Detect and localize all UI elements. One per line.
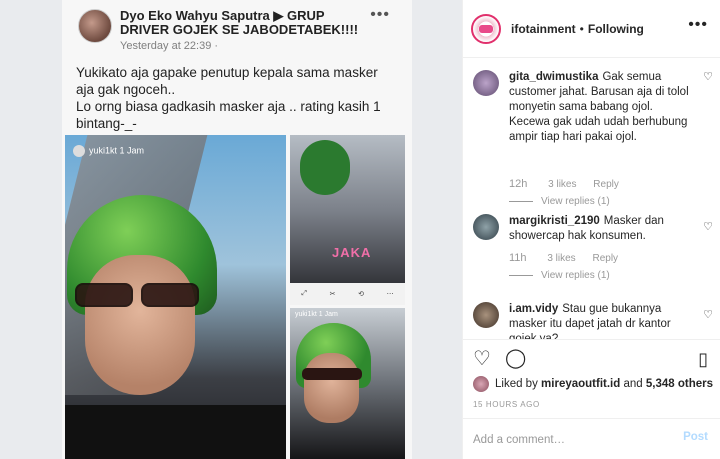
likes-count-link[interactable]: 5,348 others bbox=[646, 378, 713, 390]
commenter-avatar[interactable] bbox=[473, 70, 499, 96]
comments-list[interactable]: gita_dwimustika Gak semua customer jahat.… bbox=[463, 58, 720, 339]
comment-likes[interactable]: 3 likes bbox=[548, 179, 576, 190]
comment-text: margikristi_2190 Masker dan showercap hak… bbox=[509, 215, 664, 242]
liker-avatar[interactable] bbox=[473, 376, 489, 392]
header-separator: • bbox=[579, 21, 584, 36]
following-button[interactable]: Following bbox=[588, 22, 644, 36]
comment-text: gita_dwimustika Gak semua customer jahat.… bbox=[509, 71, 689, 143]
fb-post-header: Dyo Eko Wahyu Saputra ▶ GRUP DRIVER GOJE… bbox=[120, 8, 359, 37]
bookmark-icon[interactable]: ▯ bbox=[698, 348, 708, 370]
likes-summary: Liked by mireyaoutfit.id and 5,348 other… bbox=[473, 376, 718, 392]
add-comment-bar: Post bbox=[463, 418, 720, 459]
post-actions-bar: ♡ ◯ ▯ bbox=[463, 339, 720, 377]
facebook-post-screenshot: Dyo Eko Wahyu Saputra ▶ GRUP DRIVER GOJE… bbox=[62, 0, 412, 459]
account-username[interactable]: ifotainment bbox=[511, 22, 576, 36]
instagram-side-panel: ifotainment • Following ••• gita_dwimust… bbox=[462, 0, 720, 459]
photo-story-user-2: yuki1kt 1 Jam bbox=[295, 311, 338, 318]
photo-toolbar: ⤢ ✂ ⟲ ⋯ bbox=[290, 283, 405, 305]
fb-photo-right-top: JAKA ⤢ ✂ ⟲ ⋯ bbox=[290, 135, 405, 305]
like-comment-heart-icon[interactable]: ♡ bbox=[703, 308, 713, 321]
fb-photo-right-bottom: yuki1kt 1 Jam bbox=[290, 308, 405, 459]
comment-meta: 12h 3 likes Reply bbox=[509, 178, 633, 190]
comment-time: 11h bbox=[509, 252, 527, 264]
like-heart-icon[interactable]: ♡ bbox=[473, 348, 491, 370]
fb-post-text: Yukikato aja gapake penutup kepala sama … bbox=[76, 65, 381, 131]
post-header: ifotainment • Following ••• bbox=[463, 0, 720, 58]
account-avatar[interactable] bbox=[471, 13, 501, 44]
like-comment-heart-icon[interactable]: ♡ bbox=[703, 220, 713, 233]
comment-username[interactable]: gita_dwimustika bbox=[509, 71, 598, 83]
more-options-icon[interactable]: ••• bbox=[688, 16, 708, 34]
fb-author-avatar bbox=[78, 9, 112, 43]
comment-username[interactable]: margikristi_2190 bbox=[509, 215, 600, 227]
likes-conjunction: and bbox=[623, 378, 643, 390]
likes-prefix: Liked by bbox=[495, 378, 538, 390]
post-timestamp[interactable]: 15 HOURS AGO bbox=[473, 400, 540, 409]
comment-meta: 11h 3 likes Reply bbox=[509, 252, 632, 264]
fb-post-time: Yesterday at 22:39 · bbox=[120, 40, 219, 52]
post-image-panel: Dyo Eko Wahyu Saputra ▶ GRUP DRIVER GOJE… bbox=[0, 0, 462, 459]
comment-time: 12h bbox=[509, 178, 528, 190]
comment-reply-button[interactable]: Reply bbox=[592, 253, 618, 264]
commenter-avatar[interactable] bbox=[473, 214, 499, 240]
comment-input[interactable] bbox=[473, 431, 653, 449]
comment-reply-button[interactable]: Reply bbox=[593, 179, 619, 190]
like-comment-heart-icon[interactable]: ♡ bbox=[703, 70, 713, 83]
liker-username[interactable]: mireyaoutfit.id bbox=[541, 378, 620, 390]
photo-story-user: yuki1kt 1 Jam bbox=[73, 145, 144, 157]
comment-likes[interactable]: 3 likes bbox=[547, 253, 575, 264]
comment-bubble-icon[interactable]: ◯ bbox=[505, 348, 526, 370]
post-comment-button[interactable]: Post bbox=[683, 431, 708, 443]
view-replies-button[interactable]: View replies (1) bbox=[509, 196, 610, 207]
fb-photo-main: yuki1kt 1 Jam bbox=[65, 135, 286, 459]
fb-more-icon: ••• bbox=[370, 6, 390, 23]
comment-text: i.am.vidy Stau gue bukannya masker itu da… bbox=[509, 303, 671, 339]
commenter-avatar[interactable] bbox=[473, 302, 499, 328]
view-replies-button[interactable]: View replies (1) bbox=[509, 270, 610, 281]
comment-username[interactable]: i.am.vidy bbox=[509, 303, 558, 315]
shirt-text: JAKA bbox=[332, 245, 372, 260]
